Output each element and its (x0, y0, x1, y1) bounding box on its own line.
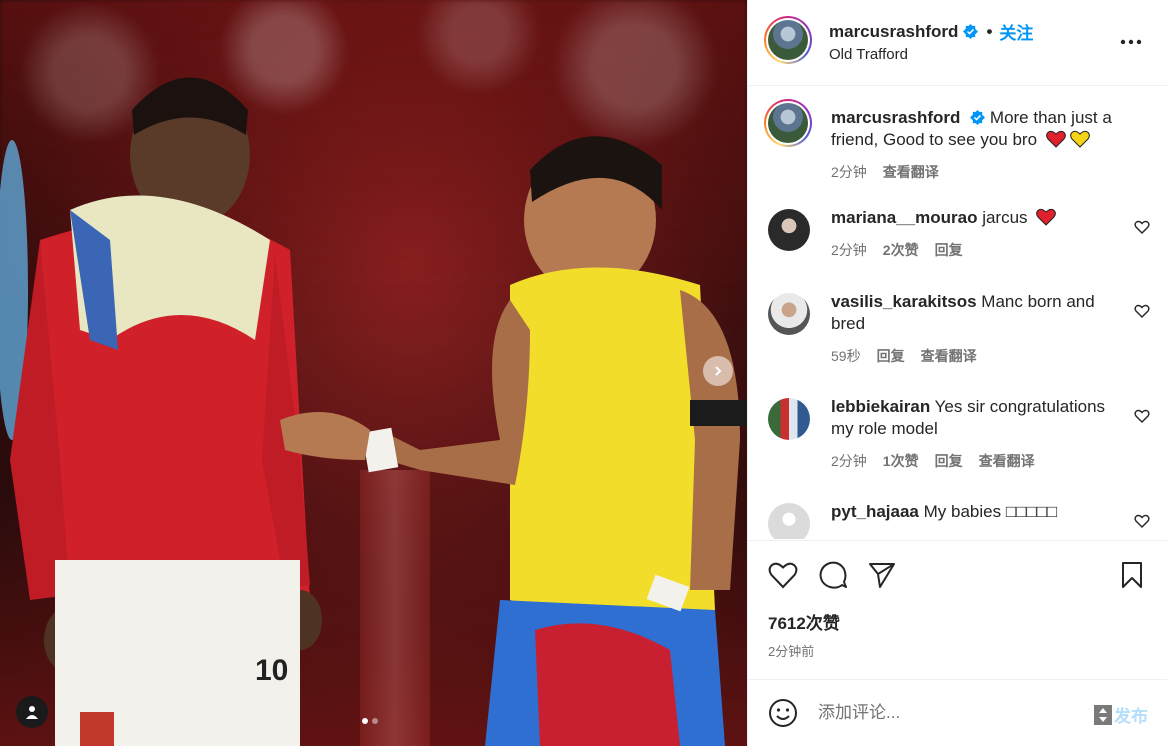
comment-button[interactable] (817, 559, 849, 591)
post-media[interactable]: 10 (0, 0, 747, 746)
post-header: marcusrashford • 关注 Old Trafford (748, 0, 1167, 86)
verified-badge-icon (970, 110, 986, 125)
emoji-smiley-icon[interactable] (768, 698, 798, 728)
next-image-button[interactable] (703, 356, 733, 386)
comment-reply-button[interactable]: 回复 (935, 450, 963, 472)
commenter-avatar[interactable] (768, 293, 810, 335)
carousel-dot-2 (372, 718, 378, 724)
comment-time[interactable]: 2分钟 (831, 450, 867, 472)
commenter-username[interactable]: pyt_hajaaa (831, 502, 919, 521)
heart-icon (768, 562, 798, 589)
comment-time[interactable]: 2分钟 (831, 239, 867, 261)
comment-composer: 发布 (748, 679, 1167, 746)
post-actions: 7612次赞 2分钟前 (748, 540, 1167, 678)
comment-meta: 59秒 回复 查看翻译 (831, 345, 1121, 367)
comment-body: lebbiekairan Yes sir congratulations my … (831, 396, 1121, 472)
likes-count[interactable]: 7612次赞 (768, 609, 840, 634)
red-heart-icon (1045, 130, 1066, 148)
comment-body: mariana__mourao jarcus 2分钟 2次赞 回复 (831, 207, 1121, 261)
comment-text: My babies □□□□□ (923, 502, 1058, 521)
bookmark-icon (1122, 562, 1142, 588)
caption-author-avatar[interactable] (764, 99, 812, 147)
post-side-panel: marcusrashford • 关注 Old Trafford marcusr… (747, 0, 1167, 746)
comment-meta: 2分钟 2次赞 回复 (831, 239, 1121, 261)
post-timestamp[interactable]: 2分钟前 (768, 641, 814, 660)
author-row: marcusrashford • 关注 (829, 19, 1033, 44)
scroll-arrows-icon (1094, 704, 1112, 725)
caption-meta: 2分钟 查看翻译 (831, 161, 1131, 183)
heart-outline-icon[interactable] (1134, 303, 1150, 319)
caption-username[interactable]: marcusrashford (831, 108, 960, 127)
author-avatar[interactable] (764, 16, 812, 64)
comment-meta: 2分钟 1次赞 回复 查看翻译 (831, 450, 1121, 472)
author-username[interactable]: marcusrashford (829, 22, 958, 42)
comment-body: pyt_hajaaa My babies □□□□□ (831, 501, 1121, 523)
yellow-heart-icon (1069, 130, 1090, 148)
red-heart-icon (1036, 208, 1057, 226)
caption-time[interactable]: 2分钟 (831, 161, 867, 183)
commenter-username[interactable]: lebbiekairan (831, 397, 930, 416)
tagged-users-button[interactable] (16, 696, 48, 728)
comment-translate-link[interactable]: 查看翻译 (979, 450, 1035, 472)
user-icon (26, 706, 38, 719)
commenter-avatar[interactable] (768, 398, 810, 440)
comment-translate-link[interactable]: 查看翻译 (921, 345, 977, 367)
comment-time[interactable]: 59秒 (831, 345, 861, 367)
caption-text-block: marcusrashford More than just a friend, … (831, 107, 1131, 183)
follow-button[interactable]: 关注 (999, 19, 1033, 44)
more-options-button[interactable] (1119, 30, 1143, 54)
comment-likes[interactable]: 1次赞 (883, 450, 919, 472)
heart-outline-icon[interactable] (1134, 513, 1150, 529)
comment-reply-button[interactable]: 回复 (935, 239, 963, 261)
comment-reply-button[interactable]: 回复 (877, 345, 905, 367)
comment-body: vasilis_karakitsos Manc born and bred 59… (831, 291, 1121, 367)
verified-badge-icon (963, 24, 979, 39)
post-location[interactable]: Old Trafford (829, 46, 908, 63)
paper-plane-icon (869, 563, 895, 588)
commenter-username[interactable]: vasilis_karakitsos (831, 292, 977, 311)
share-button[interactable] (866, 559, 898, 591)
separator-dot: • (986, 21, 993, 41)
more-horizontal-icon (1120, 39, 1142, 45)
post-comment-label: 发布 (1114, 707, 1148, 726)
commenter-avatar-default[interactable] (768, 503, 810, 539)
player-yellow-shirt (280, 136, 747, 746)
like-button[interactable] (767, 559, 799, 591)
carousel-dot-1 (362, 718, 368, 724)
comment-input[interactable] (818, 700, 1078, 726)
chevron-right-icon (715, 366, 722, 376)
caption-translate-link[interactable]: 查看翻译 (883, 161, 939, 183)
commenter-username[interactable]: mariana__mourao (831, 208, 977, 227)
heart-outline-icon[interactable] (1134, 219, 1150, 235)
comment-text: jarcus (982, 208, 1028, 227)
heart-outline-icon[interactable] (1134, 408, 1150, 424)
post-comment-button[interactable]: 发布 (1094, 702, 1148, 727)
comment-likes[interactable]: 2次赞 (883, 239, 919, 261)
save-button[interactable] (1116, 559, 1148, 591)
comment-bubble-icon (819, 561, 847, 589)
commenter-avatar[interactable] (768, 209, 810, 251)
carousel-indicator (362, 718, 378, 724)
comments-list[interactable]: marcusrashford More than just a friend, … (748, 87, 1167, 539)
